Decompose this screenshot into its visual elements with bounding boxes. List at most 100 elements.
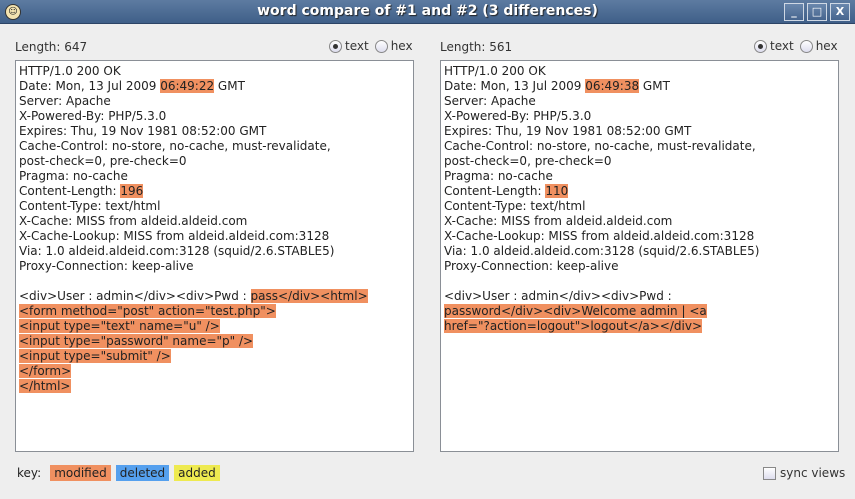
text-line: </form>	[19, 364, 410, 379]
text-line: Pragma: no-cache	[19, 169, 410, 184]
text-segment: Pragma: no-cache	[444, 169, 553, 183]
modified-segment: href="?action=logout">logout</a></div>	[444, 319, 702, 333]
key-modified: modified	[50, 465, 111, 481]
text-line: </html>	[19, 379, 410, 394]
text-line: href="?action=logout">logout</a></div>	[444, 319, 835, 334]
window-title: word compare of #1 and #2 (3 differences…	[257, 3, 598, 19]
text-line: Via: 1.0 aldeid.aldeid.com:3128 (squid/2…	[444, 244, 835, 259]
left-hex-label[interactable]: hex	[391, 39, 413, 53]
text-segment: Cache-Control: no-store, no-cache, must-…	[19, 139, 331, 153]
text-line: Via: 1.0 aldeid.aldeid.com:3128 (squid/2…	[19, 244, 410, 259]
text-line: X-Cache: MISS from aldeid.aldeid.com	[444, 214, 835, 229]
text-segment: Via: 1.0 aldeid.aldeid.com:3128 (squid/2…	[444, 244, 760, 258]
right-text-pane[interactable]: HTTP/1.0 200 OK Date: Mon, 13 Jul 2009 06…	[440, 60, 839, 452]
text-segment: Content-Type: text/html	[444, 199, 586, 213]
modified-segment: 06:49:38	[585, 79, 640, 93]
text-line: <input type="password" name="p" />	[19, 334, 410, 349]
text-line: post-check=0, pre-check=0	[444, 154, 835, 169]
left-text-radio[interactable]	[329, 39, 342, 53]
title-bar: ☺ word compare of #1 and #2 (3 differenc…	[0, 0, 855, 24]
text-segment: post-check=0, pre-check=0	[444, 154, 612, 168]
modified-segment: 06:49:22	[160, 79, 215, 93]
text-segment: Server: Apache	[444, 94, 536, 108]
text-segment: Date: Mon, 13 Jul 2009	[444, 79, 586, 93]
text-segment: Content-Type: text/html	[19, 199, 161, 213]
close-button[interactable]: X	[830, 3, 850, 21]
sync-views-checkbox[interactable]: sync views	[763, 466, 845, 480]
text-line: Server: Apache	[19, 94, 410, 109]
text-segment: Proxy-Connection: keep-alive	[444, 259, 619, 273]
text-segment: Via: 1.0 aldeid.aldeid.com:3128 (squid/2…	[19, 244, 335, 258]
modified-segment: 196	[120, 184, 144, 198]
maximize-button[interactable]: □	[807, 3, 827, 21]
text-segment: Server: Apache	[19, 94, 111, 108]
text-line: Cache-Control: no-store, no-cache, must-…	[444, 139, 835, 154]
modified-segment: </form>	[19, 364, 72, 378]
text-line: Content-Type: text/html	[19, 199, 410, 214]
text-segment: X-Powered-By: PHP/5.3.0	[444, 109, 592, 123]
text-segment: Date: Mon, 13 Jul 2009	[19, 79, 161, 93]
left-text-label[interactable]: text	[345, 39, 369, 53]
text-segment: Proxy-Connection: keep-alive	[19, 259, 194, 273]
text-line: Expires: Thu, 19 Nov 1981 08:52:00 GMT	[19, 124, 410, 139]
text-line: X-Powered-By: PHP/5.3.0	[19, 109, 410, 124]
left-view-mode: text hex	[329, 39, 413, 53]
checkbox-icon[interactable]	[763, 466, 776, 480]
text-line: Proxy-Connection: keep-alive	[19, 259, 410, 274]
minimize-button[interactable]: _	[784, 3, 804, 21]
text-segment: HTTP/1.0 200 OK	[19, 64, 121, 78]
text-line: Pragma: no-cache	[444, 169, 835, 184]
text-line: <form method="post" action="test.php">	[19, 304, 410, 319]
text-line: <div>User : admin</div><div>Pwd : pass</…	[19, 289, 410, 304]
text-line: X-Cache-Lookup: MISS from aldeid.aldeid.…	[444, 229, 835, 244]
text-line: X-Powered-By: PHP/5.3.0	[444, 109, 835, 124]
left-hex-radio[interactable]	[374, 39, 388, 53]
right-text-radio[interactable]	[754, 39, 767, 53]
text-line: Content-Length: 196	[19, 184, 410, 199]
right-view-mode: text hex	[754, 39, 838, 53]
text-segment: X-Cache-Lookup: MISS from aldeid.aldeid.…	[19, 229, 330, 243]
key-label: key:	[17, 466, 42, 480]
right-hex-radio[interactable]	[799, 39, 813, 53]
text-line: <div>User : admin</div><div>Pwd :	[444, 289, 835, 304]
modified-segment: <form method="post" action="test.php">	[19, 304, 276, 318]
text-segment: GMT	[639, 79, 670, 93]
text-line: Expires: Thu, 19 Nov 1981 08:52:00 GMT	[444, 124, 835, 139]
text-line	[444, 274, 835, 289]
text-line: Content-Type: text/html	[444, 199, 835, 214]
left-text-pane[interactable]: HTTP/1.0 200 OK Date: Mon, 13 Jul 2009 06…	[15, 60, 414, 452]
right-length-label: Length: 561	[440, 40, 513, 54]
text-line: X-Cache-Lookup: MISS from aldeid.aldeid.…	[19, 229, 410, 244]
key-deleted: deleted	[115, 465, 170, 481]
text-line: <input type="text" name="u" />	[19, 319, 410, 334]
color-key: key: modified deleted added	[17, 465, 220, 481]
text-segment: <div>User : admin</div><div>Pwd :	[444, 289, 676, 303]
text-segment: HTTP/1.0 200 OK	[444, 64, 546, 78]
text-segment: X-Powered-By: PHP/5.3.0	[19, 109, 167, 123]
key-added: added	[174, 465, 220, 481]
sync-views-label[interactable]: sync views	[780, 466, 845, 480]
text-line: Proxy-Connection: keep-alive	[444, 259, 835, 274]
text-segment: post-check=0, pre-check=0	[19, 154, 187, 168]
modified-segment: </html>	[19, 379, 71, 393]
text-line: Content-Length: 110	[444, 184, 835, 199]
text-segment: Content-Length:	[19, 184, 121, 198]
text-line: password</div><div>Welcome admin | <a	[444, 304, 835, 319]
text-line: Cache-Control: no-store, no-cache, must-…	[19, 139, 410, 154]
text-segment: GMT	[214, 79, 245, 93]
right-hex-label[interactable]: hex	[816, 39, 838, 53]
text-line: <input type="submit" />	[19, 349, 410, 364]
text-segment: Expires: Thu, 19 Nov 1981 08:52:00 GMT	[444, 124, 692, 138]
modified-segment: 110	[545, 184, 569, 198]
modified-segment: <input type="password" name="p" />	[19, 334, 254, 348]
modified-segment: <input type="text" name="u" />	[19, 319, 220, 333]
text-line: HTTP/1.0 200 OK	[444, 64, 835, 79]
text-segment: <div>User : admin</div><div>Pwd :	[19, 289, 251, 303]
text-line: X-Cache: MISS from aldeid.aldeid.com	[19, 214, 410, 229]
text-line: HTTP/1.0 200 OK	[19, 64, 410, 79]
right-text-label[interactable]: text	[770, 39, 794, 53]
text-segment: X-Cache-Lookup: MISS from aldeid.aldeid.…	[444, 229, 755, 243]
text-segment: Expires: Thu, 19 Nov 1981 08:52:00 GMT	[19, 124, 267, 138]
text-segment: X-Cache: MISS from aldeid.aldeid.com	[19, 214, 248, 228]
text-line: Date: Mon, 13 Jul 2009 06:49:38 GMT	[444, 79, 835, 94]
